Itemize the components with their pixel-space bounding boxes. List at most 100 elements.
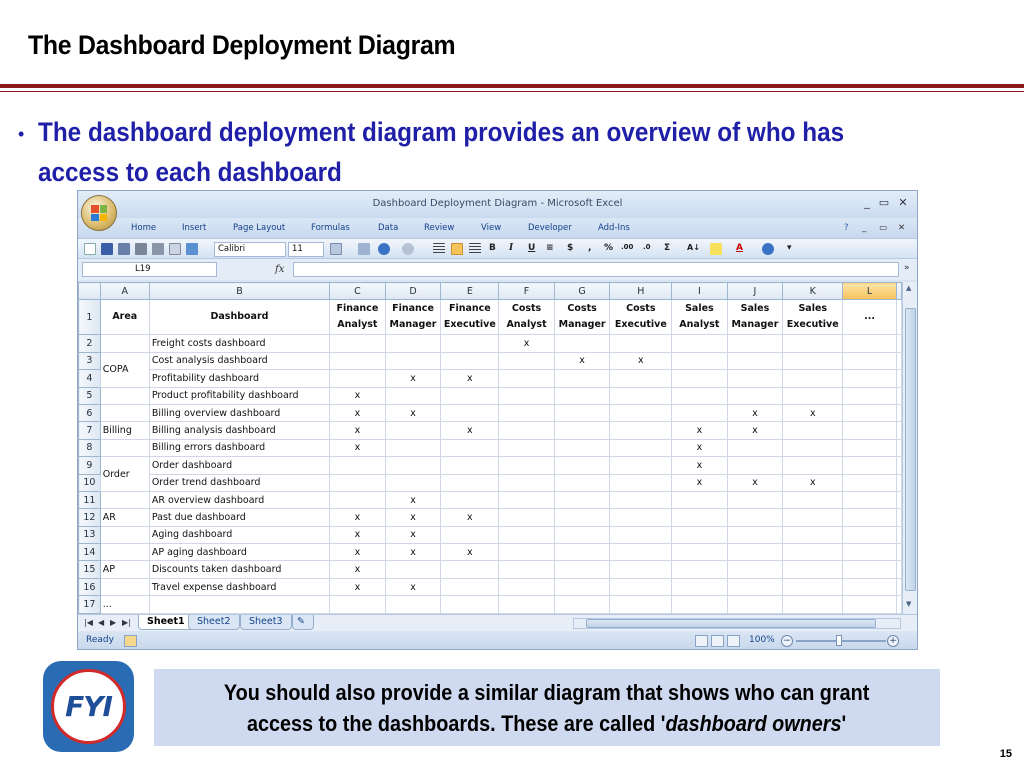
access-cell[interactable] [671,351,728,371]
fill-color-icon[interactable] [710,243,722,255]
access-cell[interactable] [440,403,500,423]
access-cell[interactable] [782,369,844,388]
access-cell[interactable] [553,421,611,440]
access-cell[interactable]: x [384,369,442,388]
grid-cell[interactable] [896,473,902,492]
access-cell[interactable]: x [329,577,386,597]
access-cell[interactable] [609,560,673,579]
first-sheet-icon[interactable]: |◀ [84,618,93,627]
access-cell[interactable] [329,490,386,510]
help-icon[interactable]: ? [844,223,849,233]
customize-toolbar-icon[interactable]: ▾ [787,243,792,253]
dashboard-cell[interactable]: Aging dashboard [148,525,331,545]
access-cell[interactable] [726,543,784,562]
grid-cell[interactable] [842,560,897,579]
grid-cell[interactable] [842,490,897,510]
grid-cell[interactable] [896,334,902,353]
access-cell[interactable] [671,543,728,562]
dashboard-cell[interactable]: Cost analysis dashboard [148,351,331,371]
italic-icon[interactable]: I [509,243,513,253]
column-header-h[interactable]: H [609,282,673,301]
expand-formula-icon[interactable]: » [904,263,910,273]
sheet-tab-sheet3[interactable]: Sheet3 [240,615,292,630]
prev-sheet-icon[interactable]: ◀ [98,618,104,627]
row-header[interactable]: 14 [78,543,101,562]
access-cell[interactable] [498,543,555,562]
access-cell[interactable] [329,595,386,614]
grid-cell[interactable] [842,508,897,527]
grid-cell[interactable] [842,351,897,371]
row-header[interactable]: 10 [78,473,101,492]
dashboard-cell[interactable] [148,595,331,614]
font-name-box[interactable]: Calibri [214,242,286,257]
column-header-e[interactable]: E [440,282,500,301]
grid-cell[interactable] [842,421,897,440]
access-cell[interactable] [498,473,555,492]
access-cell[interactable] [498,421,555,440]
dashboard-cell[interactable]: AP aging dashboard [148,543,331,562]
access-cell[interactable]: x [726,403,784,423]
access-cell[interactable] [671,403,728,423]
dashboard-cell[interactable]: Billing analysis dashboard [148,421,331,440]
access-cell[interactable]: x [609,351,673,371]
access-cell[interactable] [440,334,500,353]
area-cell[interactable]: COPA [99,351,150,388]
access-cell[interactable] [782,456,844,475]
access-cell[interactable] [329,369,386,388]
insert-sheet-icon[interactable]: ✎ [292,615,314,630]
grid-cell[interactable] [896,421,902,440]
comma-icon[interactable]: , [588,243,591,253]
row-header[interactable]: 16 [78,577,101,597]
access-cell[interactable] [498,595,555,614]
area-cell[interactable]: AP [99,560,150,579]
column-header-d[interactable]: D [384,282,442,301]
header-role[interactable]: Sales Manager [726,299,784,336]
dashboard-cell[interactable]: Profitability dashboard [148,369,331,388]
access-cell[interactable] [329,334,386,353]
access-cell[interactable] [329,351,386,371]
row-header[interactable]: 9 [78,456,101,475]
autosum-icon[interactable]: Σ [664,243,670,253]
access-cell[interactable] [553,508,611,527]
access-cell[interactable] [553,438,611,458]
access-cell[interactable] [782,334,844,353]
access-cell[interactable] [609,543,673,562]
access-cell[interactable] [726,508,784,527]
undo-icon[interactable] [378,243,390,255]
zoom-slider-thumb[interactable] [836,635,842,646]
area-cell[interactable]: Billing [99,421,150,440]
header-role[interactable]: Sales Analyst [671,299,728,336]
access-cell[interactable] [329,456,386,475]
access-cell[interactable] [553,560,611,579]
access-cell[interactable] [726,595,784,614]
dashboard-cell[interactable]: Order trend dashboard [148,473,331,492]
access-cell[interactable] [782,560,844,579]
row-header[interactable]: 3 [78,351,101,371]
grid-cell[interactable] [842,403,897,423]
tab-data[interactable]: Data [378,223,398,233]
normal-view-icon[interactable] [695,635,708,647]
tab-add-ins[interactable]: Add-Ins [598,223,630,233]
grid-cell[interactable] [842,595,897,614]
access-cell[interactable] [782,490,844,510]
area-cell[interactable]: AR [99,508,150,527]
office-button[interactable] [81,195,117,231]
access-cell[interactable] [671,595,728,614]
area-cell[interactable] [99,386,150,405]
sheet-tab-sheet1[interactable]: Sheet1 [138,615,194,630]
grid-cell[interactable] [896,560,902,579]
access-cell[interactable] [609,525,673,545]
ribbon-restore-icon[interactable]: ▭ [879,223,887,233]
access-cell[interactable] [609,403,673,423]
access-cell[interactable]: x [671,421,728,440]
header-role[interactable]: Sales Executive [782,299,844,336]
access-cell[interactable] [440,560,500,579]
access-cell[interactable] [726,369,784,388]
fx-icon[interactable]: fx [275,264,284,275]
access-cell[interactable] [609,386,673,405]
access-cell[interactable]: x [384,577,442,597]
header-area[interactable]: Area [99,299,150,336]
access-cell[interactable] [553,334,611,353]
borders-icon[interactable] [330,243,342,255]
row-header[interactable]: 13 [78,525,101,545]
